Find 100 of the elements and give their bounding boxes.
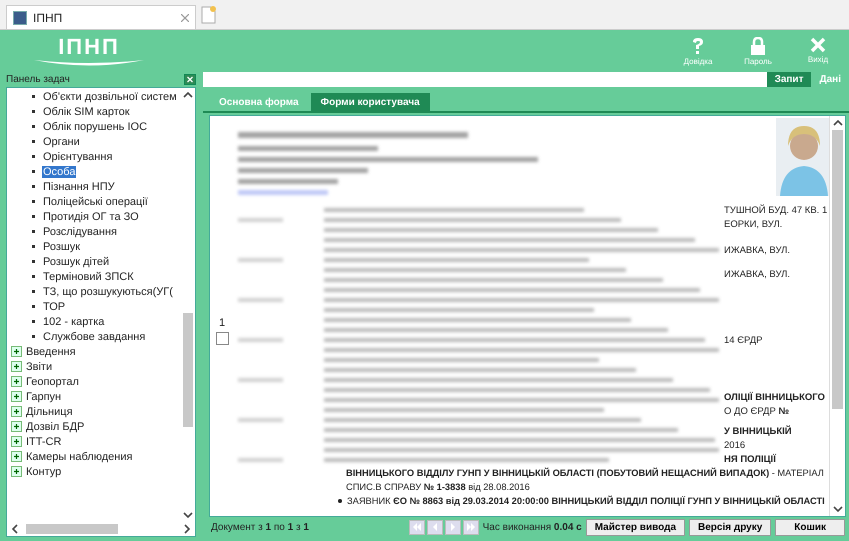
right-arrow-icon (450, 523, 456, 531)
expand-icon[interactable] (11, 451, 22, 462)
tree-item-label: 102 - картка (42, 316, 106, 328)
expand-icon[interactable] (11, 466, 22, 477)
double-left-arrow-icon (412, 523, 422, 531)
tree-item[interactable]: Розшук (7, 239, 181, 254)
tree-group-label: ITT-CR (26, 436, 62, 448)
tree-group-label: Звіти (26, 360, 52, 372)
text-fragment: ТУШНОЙ БУД. 47 КВ. 1 (724, 205, 828, 217)
tree-item-label: Поліцейські операції (42, 196, 149, 208)
tree-group-label: Гарпун (26, 390, 62, 402)
text-fragment: О ДО ЄРДР № (724, 406, 790, 418)
row-number: 1 (218, 317, 226, 329)
tab-title: ІПНП (33, 10, 64, 24)
expand-icon[interactable] (11, 361, 22, 372)
tree-item-label: ТОР (42, 300, 66, 312)
tree-item[interactable]: Пізнання НПУ (7, 179, 181, 194)
tree-group[interactable]: Звіти (7, 359, 181, 374)
text-fragment: ИЖАВКА, ВУЛ. (724, 269, 792, 281)
tree-group[interactable]: Гарпун (7, 389, 181, 404)
tree-item-label: Терміновий ЗПСК (42, 270, 135, 282)
record-line: СПИС.В СПРАВУ № 1-3838 від 28.08.2016 (346, 481, 530, 493)
tree-group-label: Контур (26, 466, 62, 478)
double-right-arrow-icon (466, 523, 476, 531)
tree-item-label: Розшук дітей (42, 256, 110, 268)
tree-item[interactable]: Розшук дітей (7, 254, 181, 269)
scrollbar-thumb[interactable] (832, 130, 843, 409)
tree-item[interactable]: Службове завдання (7, 329, 181, 344)
tree-group[interactable]: Дільниця (7, 404, 181, 419)
expand-icon[interactable] (11, 391, 22, 402)
tree-item-label: Протидія ОГ та ЗО (42, 210, 140, 222)
tree-item-label: Особа (42, 166, 76, 178)
tree-item-label: Органи (42, 136, 81, 148)
tree-group[interactable]: Контур (7, 464, 181, 479)
tree-item[interactable]: Терміновий ЗПСК (7, 269, 181, 284)
text-fragment: ИЖАВКА, ВУЛ. (724, 245, 792, 257)
help-icon (691, 36, 705, 54)
tree-item[interactable]: Протидія ОГ та ЗО (7, 209, 181, 224)
tree-item-label: Розшук (42, 240, 82, 252)
tree-item-label: Облік SIM карток (42, 106, 131, 118)
text-fragment: У ВІННИЦЬКІЙ (724, 426, 793, 438)
tree-group-label: Камеры наблюдения (26, 450, 132, 462)
tree-item[interactable]: Розслідування (7, 224, 181, 239)
tree-item-label: Облік порушень ІОС (42, 120, 148, 132)
tree-group[interactable]: Геопортал (7, 374, 181, 389)
text-fragment: НЯ ПОЛІЦІЇ (724, 454, 777, 466)
lock-icon (750, 36, 766, 54)
browser-tab[interactable]: ІПНП (6, 5, 196, 29)
tree-group[interactable]: Камеры наблюдения (7, 449, 181, 464)
close-icon[interactable] (181, 14, 189, 22)
expand-icon[interactable] (11, 436, 22, 447)
timing-text: Час виконання 0.04 с (482, 522, 582, 532)
tree-item-label: ТЗ, що розшукуються(УГ( (42, 286, 174, 298)
mode-button[interactable]: Запит (766, 72, 812, 87)
scrollbar-thumb[interactable] (183, 313, 193, 427)
row-checkbox[interactable] (216, 332, 228, 345)
status-button[interactable]: Кошик (775, 518, 845, 536)
scroll-right-icon[interactable] (182, 523, 192, 535)
scroll-left-icon[interactable] (10, 523, 20, 535)
tree-item-label: Об'єкти дозвільної систем (42, 90, 178, 102)
record-line: ЗАЯВНИК ЄО № 8863 від 29.03.2014 20:00:00 ВІННИЦЬКИЙ ВІДДІЛ ПОЛІЦІЇ ГУНП У ВІННИЦЬКІЙ ОБЛАСТІ (347, 495, 825, 507)
tree-item[interactable]: Орієнтування (7, 149, 181, 164)
tree-item[interactable]: Облік SIM карток (7, 104, 181, 119)
tree-item[interactable]: 102 - картка (7, 314, 181, 329)
tree-group-label: Геопортал (26, 376, 79, 388)
tree-group-label: Дозвіл БДР (26, 420, 84, 432)
form-tab[interactable]: Форми користувача (310, 93, 430, 111)
tree-group-label: Дільниця (26, 406, 73, 418)
status-button[interactable]: Майстер вивода (586, 518, 685, 536)
tree-item[interactable]: Облік порушень ІОС (7, 119, 181, 134)
close-icon[interactable] (184, 74, 196, 84)
tree-item[interactable]: ТОР (7, 299, 181, 314)
tree-group[interactable]: ITT-CR (7, 434, 181, 449)
close-icon (810, 36, 826, 52)
expand-icon[interactable] (11, 346, 22, 357)
paging-text: Документ з 1 по 1 з 1 (211, 522, 310, 532)
tree-group[interactable]: Дозвіл БДР (7, 419, 181, 434)
panel-title: Панель задач (6, 74, 70, 84)
tree-group-label: Введення (26, 346, 76, 358)
tree-item[interactable]: Поліцейські операції (7, 194, 181, 209)
text-fragment: ЕОРКИ, ВУЛ. (724, 219, 784, 231)
scrollbar-thumb[interactable] (26, 524, 118, 534)
record-line: ВІННИЦЬКОГО ВІДДІЛУ ГУНП У ВІННИЦЬКІЙ ОБЛАСТІ (ПОБУТОВИЙ НЕЩАСНИЙ ВИПАДОК) - МАТЕРІАЛ (346, 467, 824, 479)
logo-swoosh-icon (34, 58, 144, 66)
expand-icon[interactable] (11, 406, 22, 417)
tree-item-label: Пізнання НПУ (42, 180, 116, 192)
tree-item[interactable]: Органи (7, 134, 181, 149)
left-arrow-icon (432, 523, 438, 531)
expand-icon[interactable] (11, 376, 22, 387)
tree-item-label: Службове завдання (42, 330, 146, 342)
expand-icon[interactable] (11, 421, 22, 432)
tree-item[interactable]: Особа (7, 164, 181, 179)
tree-item-label: Розслідування (42, 226, 118, 238)
status-button[interactable]: Версія друку (689, 518, 772, 536)
tree-item[interactable]: Об'єкти дозвільної систем (7, 89, 181, 104)
tree-group[interactable]: Введення (7, 344, 181, 359)
favicon-icon (13, 10, 27, 24)
text-fragment: 2016 (724, 440, 746, 452)
text-fragment: ОЛІЦІЇ ВІННИЦЬКОГО (724, 392, 826, 404)
tree-item[interactable]: ТЗ, що розшукуються(УГ( (7, 284, 181, 299)
